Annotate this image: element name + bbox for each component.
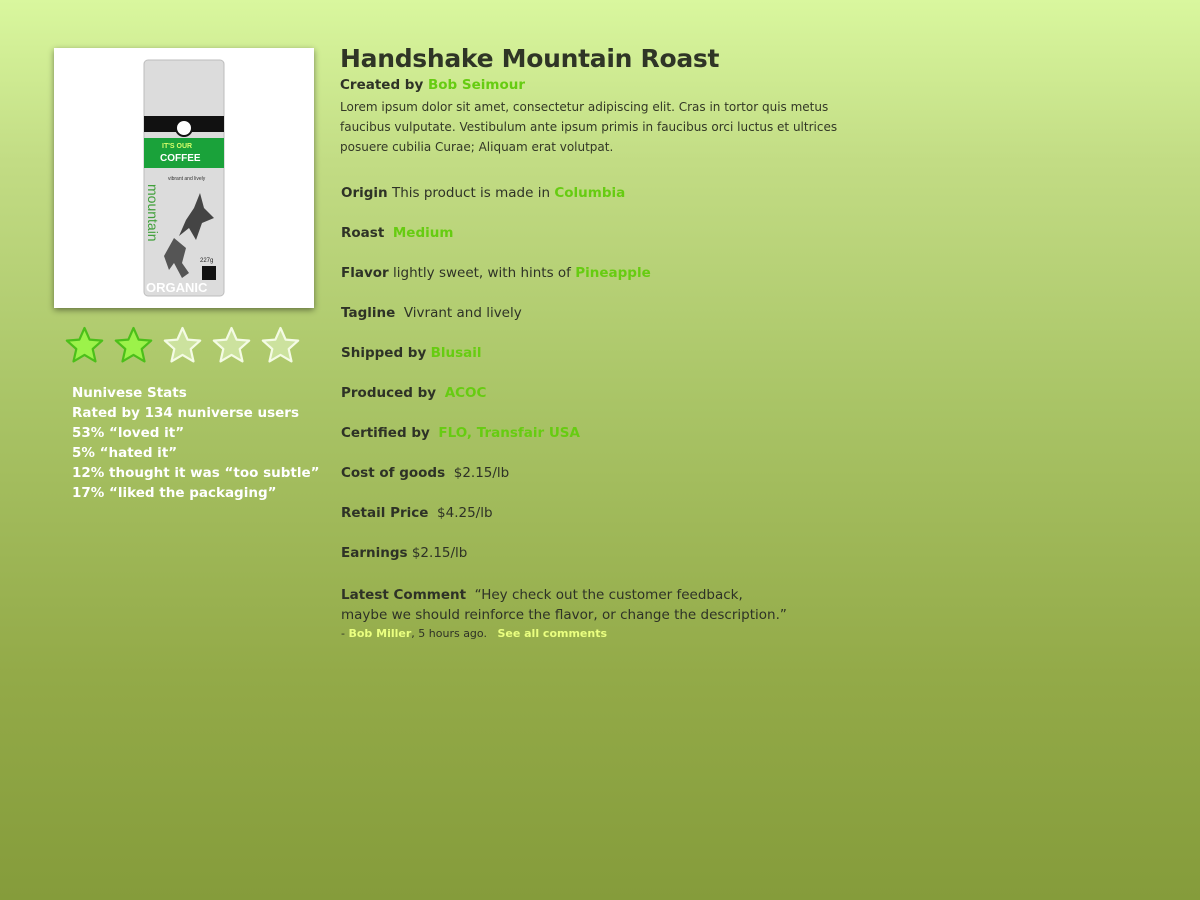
certified-by-label: Certified by: [341, 425, 430, 441]
origin-text: This product is made in: [391, 185, 551, 201]
comment-line-1: Latest Comment “Hey check out the custom…: [341, 585, 787, 605]
retail-price-value: $4.25/lb: [437, 505, 493, 521]
svg-text:vibrant and lively: vibrant and lively: [168, 176, 206, 182]
star-icon[interactable]: [162, 325, 203, 366]
certified-by-link[interactable]: FLO, Transfair USA: [438, 425, 580, 441]
comment-label: Latest Comment: [341, 587, 467, 603]
cost-field: Cost of goods $2.15/lb: [341, 465, 509, 481]
svg-text:IT'S OUR: IT'S OUR: [162, 143, 192, 150]
flavor-link[interactable]: Pineapple: [575, 265, 651, 281]
stats-line: 5% “hated it”: [72, 445, 178, 461]
product-title: Handshake Mountain Roast: [340, 44, 720, 73]
star-icon[interactable]: [211, 325, 252, 366]
comment-text-2: maybe we should reinforce the flavor, or…: [341, 607, 787, 623]
creator-line: Created by Bob Seimour: [340, 77, 525, 93]
earnings-label: Earnings: [341, 545, 408, 561]
svg-text:227g: 227g: [200, 258, 213, 264]
produced-by-field: Produced by ACOC: [341, 385, 486, 401]
earnings-field: Earnings $2.15/lb: [341, 545, 467, 561]
comment-time: , 5 hours ago.: [411, 627, 487, 640]
flavor-text: lightly sweet, with hints of: [393, 265, 571, 281]
tagline-label: Tagline: [341, 305, 396, 321]
latest-comment: Latest Comment “Hey check out the custom…: [341, 585, 787, 625]
created-by-label: Created by: [340, 77, 424, 93]
origin-link[interactable]: Columbia: [554, 185, 625, 201]
stats-line: Rated by 134 nuniverse users: [72, 405, 299, 421]
stats-line: 17% “liked the packaging”: [72, 485, 277, 501]
comment-meta: - Bob Miller, 5 hours ago. See all comme…: [341, 627, 607, 640]
produced-by-link[interactable]: ACOC: [445, 385, 487, 401]
shipped-by-link[interactable]: Blusail: [431, 345, 482, 361]
produced-by-label: Produced by: [341, 385, 437, 401]
roast-label: Roast: [341, 225, 385, 241]
flavor-field: Flavor lightly sweet, with hints of Pine…: [341, 265, 651, 281]
svg-text:ORGANIC: ORGANIC: [146, 280, 208, 295]
retail-price-label: Retail Price: [341, 505, 429, 521]
shipped-by-label: Shipped by: [341, 345, 427, 361]
stats-heading: Nunivese Stats: [72, 385, 187, 401]
comment-text-1: “Hey check out the customer feedback,: [474, 587, 743, 603]
product-description: Lorem ipsum dolor sit amet, consectetur …: [340, 100, 838, 154]
roast-field: Roast Medium: [341, 225, 453, 241]
tagline-text: Vivrant and lively: [403, 305, 522, 321]
shipped-by-field: Shipped by Blusail: [341, 345, 482, 361]
coffee-bag-icon: IT'S OUR COFFEE vibrant and lively mount…: [143, 59, 225, 297]
star-icon[interactable]: [113, 325, 154, 366]
earnings-value: $2.15/lb: [411, 545, 468, 561]
roast-value[interactable]: Medium: [393, 225, 454, 241]
cost-label: Cost of goods: [341, 465, 446, 481]
tagline-field: Tagline Vivrant and lively: [341, 305, 522, 321]
svg-text:COFFEE: COFFEE: [160, 153, 201, 164]
stats-line: 53% “loved it”: [72, 425, 185, 441]
stats-line: 12% thought it was “too subtle”: [72, 465, 320, 481]
svg-text:mountain: mountain: [145, 184, 161, 242]
origin-label: Origin: [341, 185, 388, 201]
comment-author-link[interactable]: Bob Miller: [348, 627, 411, 640]
flavor-label: Flavor: [341, 265, 389, 281]
comment-dash: -: [341, 627, 345, 640]
retail-price-field: Retail Price $4.25/lb: [341, 505, 493, 521]
stats-panel: Nunivese Stats Rated by 134 nuniverse us…: [72, 383, 319, 503]
certified-by-field: Certified by FLO, Transfair USA: [341, 425, 580, 441]
star-rating[interactable]: [64, 325, 301, 366]
star-icon[interactable]: [260, 325, 301, 366]
origin-field: Origin This product is made in Columbia: [341, 185, 625, 201]
star-icon[interactable]: [64, 325, 105, 366]
cost-value: $2.15/lb: [453, 465, 510, 481]
creator-link[interactable]: Bob Seimour: [428, 77, 525, 93]
see-all-comments-link[interactable]: See all comments: [497, 627, 607, 640]
product-image: IT'S OUR COFFEE vibrant and lively mount…: [54, 48, 314, 308]
